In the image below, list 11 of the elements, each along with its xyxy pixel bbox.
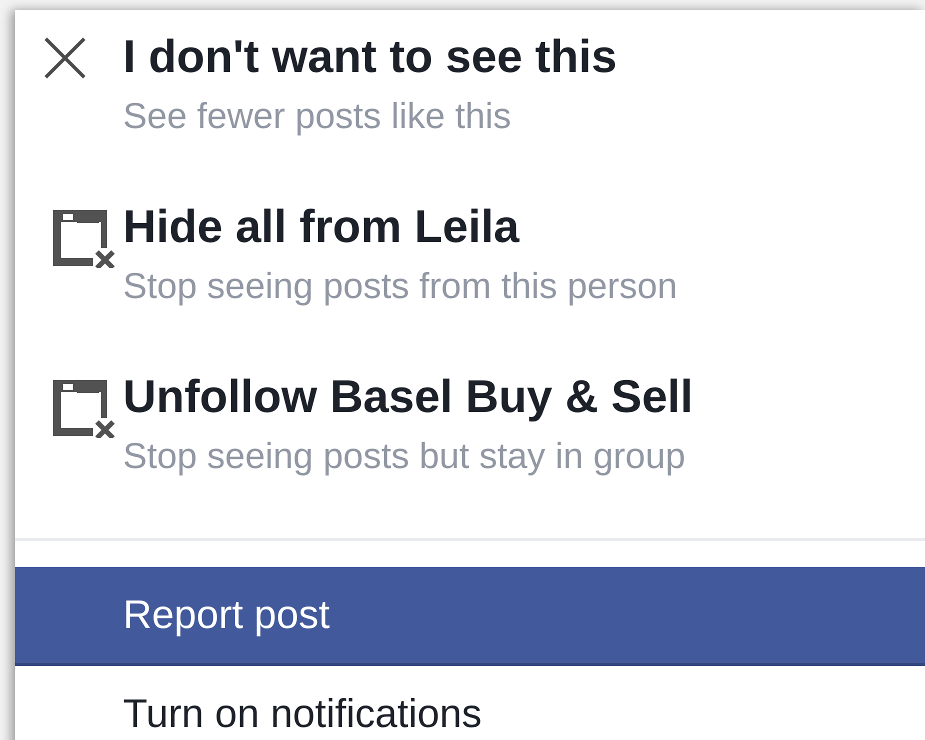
hide-window-icon xyxy=(51,378,115,438)
close-icon xyxy=(43,36,87,80)
menu-item-description: See fewer posts like this xyxy=(123,94,512,138)
menu-item[interactable]: Report post xyxy=(15,567,925,666)
menu-item-title[interactable]: Unfollow Basel Buy & Sell xyxy=(123,368,693,424)
menu-item-title[interactable]: Hide all from Leila xyxy=(123,198,678,254)
menu-item-description: Stop seeing posts from this person xyxy=(123,264,678,308)
menu-item-title[interactable]: I don't want to see this xyxy=(123,28,617,84)
menu-item[interactable]: Turn on notifications xyxy=(15,666,925,740)
menu-item-description: Stop seeing posts but stay in group xyxy=(123,434,686,478)
hide-window-icon xyxy=(51,208,115,268)
